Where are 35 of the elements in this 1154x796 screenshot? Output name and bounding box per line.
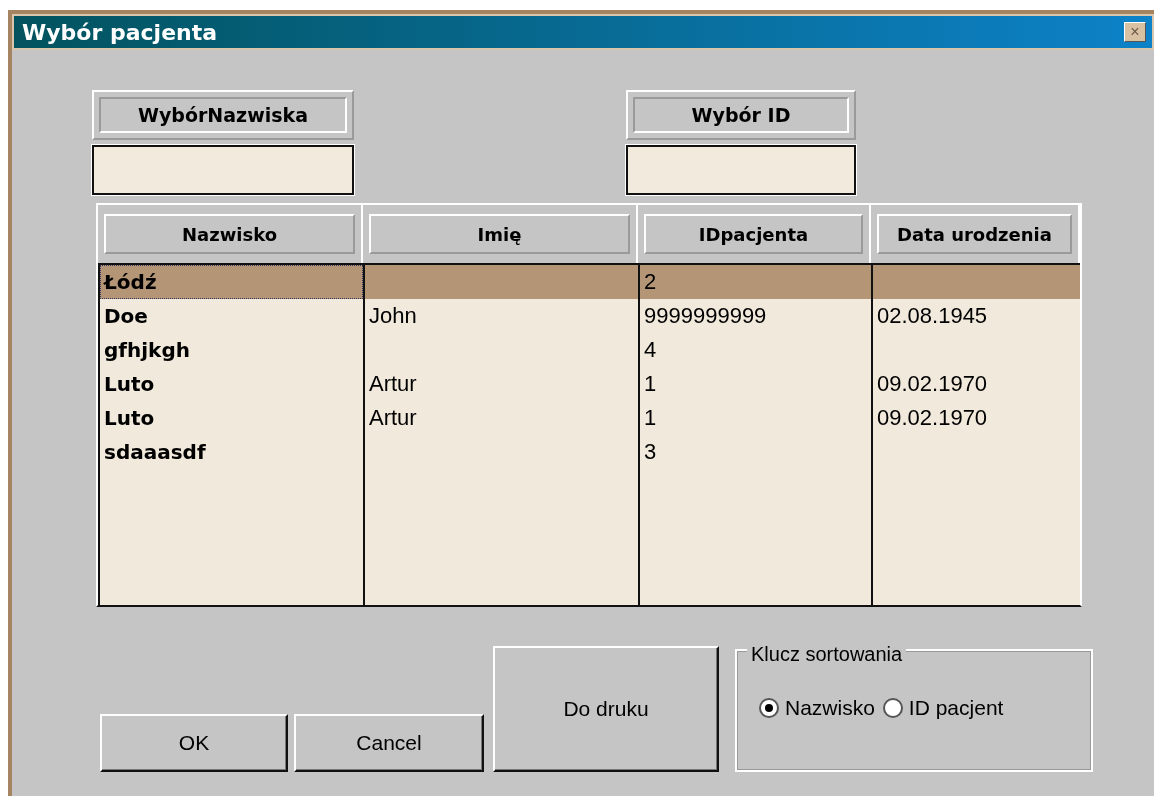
table-cell[interactable]: Luto <box>100 401 363 435</box>
table-cell-text: 09.02.1970 <box>876 404 989 432</box>
column-header[interactable]: Nazwisko <box>104 214 355 254</box>
table-cell-text: 9999999999 <box>643 302 768 330</box>
radio-button[interactable] <box>759 697 779 718</box>
ok-button[interactable]: OK <box>100 714 288 772</box>
table-cell[interactable]: gfhjkgh <box>100 333 363 367</box>
table-cell-text: 4 <box>643 336 658 364</box>
table-cell-text: 1 <box>643 370 658 398</box>
table-cell-text: Artur <box>368 370 418 398</box>
filter-label: WybórNazwiska <box>92 90 354 140</box>
table-cell: 2 <box>640 265 871 299</box>
close-button[interactable]: × <box>1124 22 1146 42</box>
table-cell[interactable]: Doe <box>100 299 363 333</box>
table-cell[interactable]: sdaaasdf <box>100 435 363 469</box>
table-cell-text: 09.02.1970 <box>876 370 989 398</box>
cancel-button[interactable]: Cancel <box>294 714 484 772</box>
print-button[interactable]: Do druku <box>493 646 719 772</box>
input-field[interactable] <box>92 145 354 195</box>
table-cell-text: 1 <box>643 404 658 432</box>
table-cell-text: 3 <box>643 438 658 466</box>
window-title: Wybór pacjenta <box>22 19 218 45</box>
table-cell[interactable]: Łódź <box>100 265 363 299</box>
filter-label: Wybór ID <box>626 90 856 140</box>
column-header[interactable]: Data urodzenia <box>877 214 1072 254</box>
radio-option[interactable]: Nazwisko <box>759 695 875 720</box>
input-field[interactable] <box>626 145 856 195</box>
column-header[interactable]: Imię <box>369 214 630 254</box>
table-cell-text: Artur <box>368 404 418 432</box>
radio-option[interactable]: ID pacjent <box>882 695 1004 720</box>
radio-button[interactable] <box>882 697 903 718</box>
table-cell-text: John <box>368 302 418 330</box>
table-cell[interactable]: Luto <box>100 367 363 401</box>
table-cell-text: 02.08.1945 <box>876 302 989 330</box>
column-header[interactable]: IDpacjenta <box>644 214 863 254</box>
